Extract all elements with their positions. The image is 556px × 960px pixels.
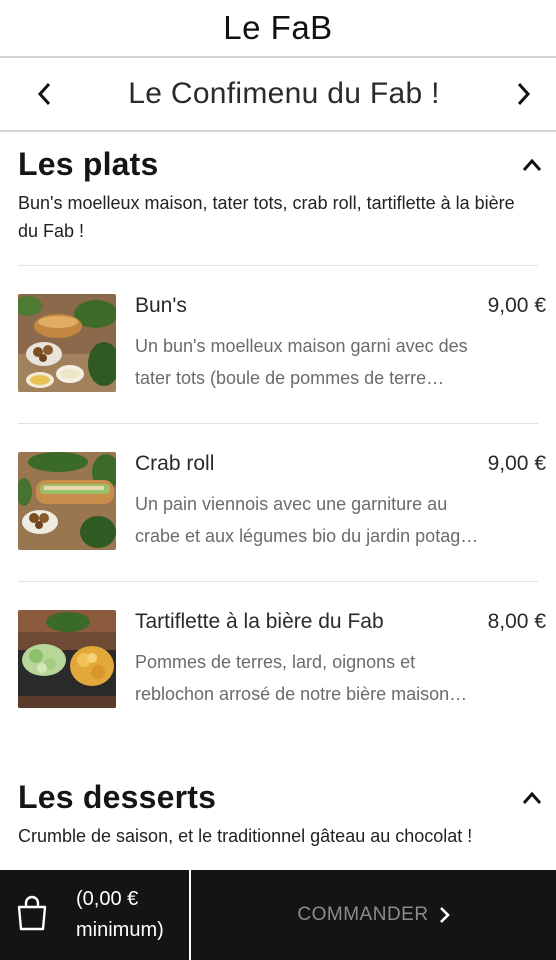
collapse-section-button[interactable] [518,784,546,812]
dish-photo [18,294,116,392]
section-header[interactable]: Les desserts [18,779,556,816]
menu-item-buns[interactable]: Bun's 9,00 € Un bun's moelleux maison ga… [18,266,556,423]
prev-menu-button[interactable] [30,74,58,114]
item-description-line: Un pain viennois avec une garniture au [135,494,448,514]
item-description: Pommes de terres, lard, oignons et reblo… [135,646,546,710]
menu-item-crab-roll[interactable]: Crab roll 9,00 € Un pain viennois avec u… [18,424,556,581]
chevron-up-icon [522,158,542,171]
order-button-label: COMMANDER [297,904,429,925]
item-name: Tartiflette à la bière du Fab [135,610,384,633]
section-header[interactable]: Les plats [18,146,556,183]
menu-content[interactable]: Les plats Bun's moelleux maison, tater t… [0,134,556,872]
item-description-line: tater tots (boule de pommes de terre… [135,368,445,388]
menu-navigator: Le Confimenu du Fab ! [0,58,556,132]
item-description-line: Un bun's moelleux maison garni avec des [135,336,468,356]
checkout-bar: (0,00 € minimum) COMMANDER [0,870,556,960]
dish-photo [18,452,116,550]
crab-roll-photo-illustration [18,452,116,550]
cart-button[interactable]: (0,00 € minimum) [0,870,191,960]
section-plats: Les plats Bun's moelleux maison, tater t… [0,134,556,739]
app-title: Le FaB [223,9,333,46]
chevron-right-icon [517,82,531,106]
section-title: Les plats [18,146,159,182]
tartiflette-photo-illustration [18,610,116,708]
section-title: Les desserts [18,779,217,815]
item-price: 9,00 € [487,294,546,317]
item-body: Bun's 9,00 € Un bun's moelleux maison ga… [116,294,546,423]
menu-name: Le Confimenu du Fab ! [128,77,440,110]
menu-item-tartiflette[interactable]: Tartiflette à la bière du Fab 8,00 € Pom… [18,582,556,739]
buns-photo-illustration [18,294,116,392]
item-body: Tartiflette à la bière du Fab 8,00 € Pom… [116,610,546,739]
item-price: 8,00 € [487,610,546,633]
item-name: Bun's [135,294,187,317]
order-button[interactable]: COMMANDER [191,870,556,960]
collapse-section-button[interactable] [518,151,546,179]
next-menu-button[interactable] [510,74,538,114]
dish-photo [18,610,116,708]
section-description: Bun's moelleux maison, tater tots, crab … [18,193,515,241]
section-desserts: Les desserts Crumble de saison, et le tr… [0,739,556,850]
item-body: Crab roll 9,00 € Un pain viennois avec u… [116,452,546,581]
chevron-up-icon [522,791,542,804]
item-name: Crab roll [135,452,215,475]
cart-total: (0,00 € minimum) [76,884,164,946]
chevron-left-icon [37,82,51,106]
item-description: Un pain viennois avec une garniture au c… [135,488,546,552]
item-description-line: reblochon arrosé de notre bière maison… [135,684,468,704]
item-description: Un bun's moelleux maison garni avec des … [135,330,546,394]
cart-total-line: (0,00 € [76,888,139,910]
item-price: 9,00 € [487,452,546,475]
app-header: Le FaB [0,0,556,58]
chevron-right-icon [439,907,450,923]
shopping-bag-icon [16,895,48,936]
cart-total-line: minimum) [76,919,164,941]
section-description: Crumble de saison, et le traditionnel gâ… [18,826,473,846]
item-description-line: Pommes de terres, lard, oignons et [135,652,416,672]
item-description-line: crabe et aux légumes bio du jardin potag… [135,526,479,546]
